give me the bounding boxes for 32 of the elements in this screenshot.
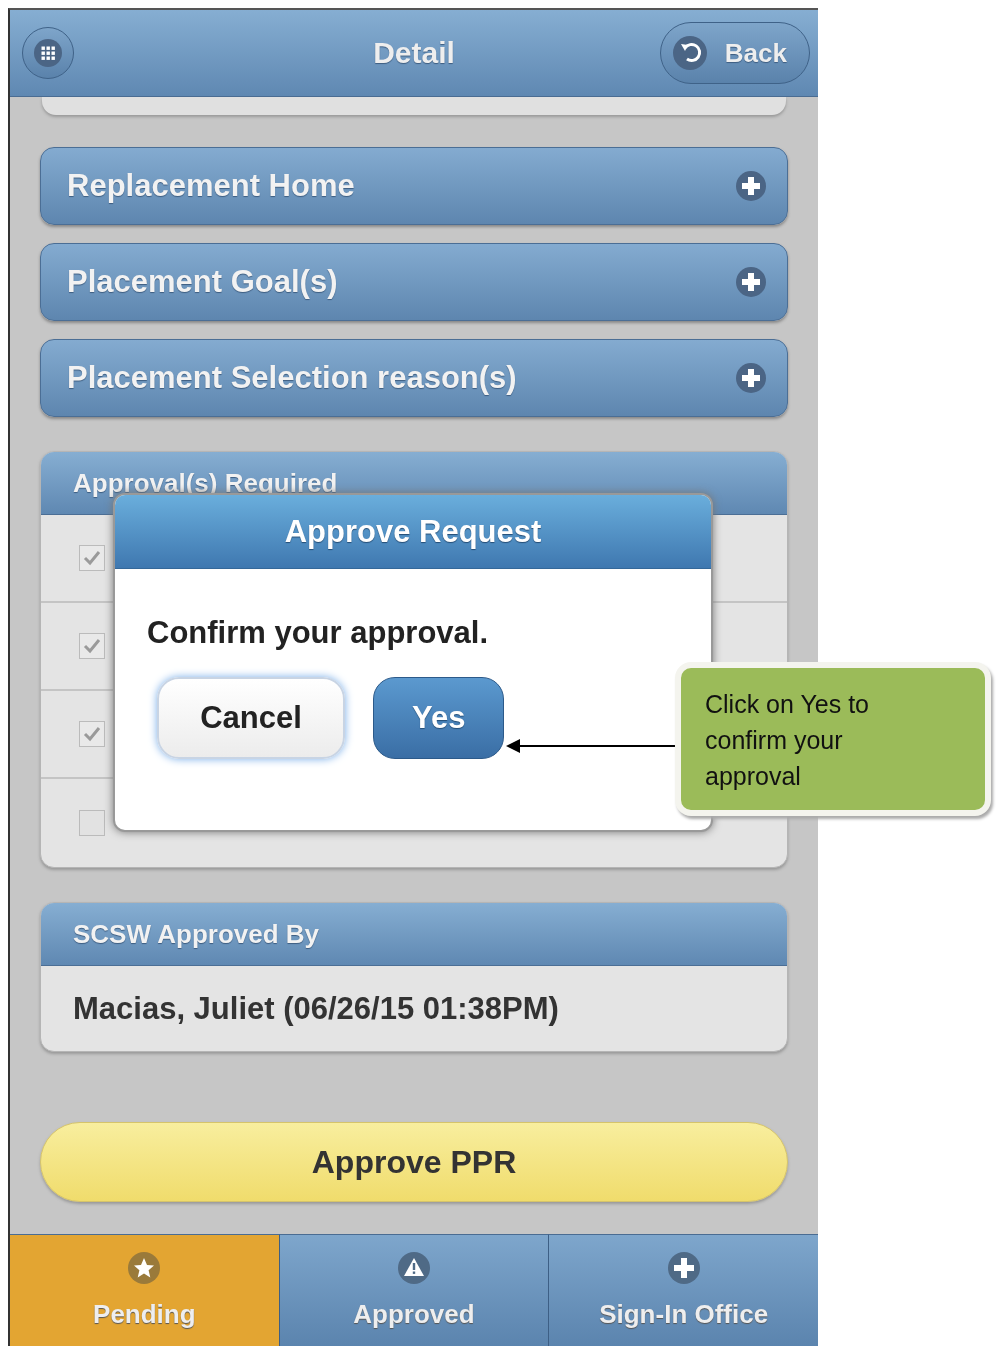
cancel-button[interactable]: Cancel bbox=[157, 677, 345, 759]
nav-tab[interactable]: Pending bbox=[10, 1234, 280, 1346]
nav-tab[interactable]: Sign-In Office bbox=[549, 1234, 818, 1346]
card-title: Approval(s) Required bbox=[73, 467, 338, 499]
accordion-header[interactable]: Placement Goal(s) bbox=[40, 243, 788, 321]
grid-icon bbox=[34, 39, 62, 67]
checkbox[interactable] bbox=[79, 810, 105, 836]
warning-icon bbox=[397, 1251, 431, 1285]
page-title: Detail bbox=[373, 36, 455, 70]
card-title: SCSW Approved By bbox=[73, 918, 320, 950]
checkbox[interactable] bbox=[79, 633, 105, 659]
callout-text: Click on Yes to confirm your approval bbox=[705, 689, 870, 792]
accordion-header[interactable]: Replacement Home bbox=[40, 147, 788, 225]
yes-button[interactable]: Yes bbox=[373, 677, 505, 759]
nav-tab[interactable]: Approved bbox=[279, 1234, 550, 1346]
accordion-header[interactable]: Placement Selection reason(s) bbox=[40, 339, 788, 417]
accordion-title: Placement Selection reason(s) bbox=[67, 360, 517, 396]
plus-icon bbox=[666, 1251, 701, 1285]
back-button[interactable]: Back bbox=[659, 22, 810, 84]
undo-icon bbox=[672, 36, 707, 70]
approve-button[interactable]: Approve PPR bbox=[40, 1122, 788, 1202]
approver-text: Macias, Juliet (06/26/15 01:38PM) bbox=[73, 990, 559, 1027]
checkmark-icon bbox=[82, 636, 102, 656]
checkbox[interactable] bbox=[79, 545, 105, 571]
checkbox[interactable] bbox=[79, 721, 105, 747]
dialog-message: Confirm your approval. bbox=[147, 615, 490, 651]
grid-button[interactable] bbox=[22, 27, 74, 79]
dialog-title: Approve Request bbox=[284, 513, 542, 550]
accordion-title: Replacement Home bbox=[67, 168, 355, 204]
checkmark-icon bbox=[82, 548, 102, 568]
checkmark-icon bbox=[82, 724, 102, 744]
accordion-title: Placement Goal(s) bbox=[67, 264, 338, 300]
